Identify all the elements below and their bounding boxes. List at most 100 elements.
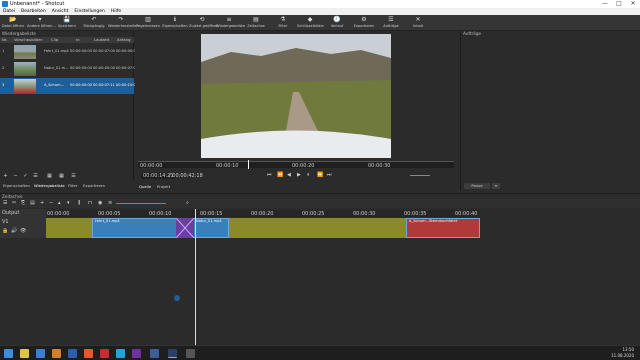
rewind-button[interactable]: ⏪ (277, 172, 283, 178)
timeline-playhead[interactable] (195, 209, 196, 345)
app-icon[interactable] (132, 349, 141, 358)
maximize-button[interactable]: □ (612, 0, 626, 8)
tab-projekt[interactable]: Projekt (157, 184, 170, 189)
view-details-button[interactable]: ☰ (70, 173, 77, 179)
menu-hilfe[interactable]: Hilfe (108, 8, 124, 15)
close-tool-button[interactable]: ✕ Inhalt (405, 16, 431, 31)
app-icon[interactable] (100, 349, 109, 358)
video-frame (201, 34, 391, 158)
playlist-panel: Wiedergabeliste Nr. Vorschaubilder Clip … (0, 31, 138, 180)
app-icon[interactable] (186, 349, 195, 358)
edge-icon[interactable] (36, 349, 45, 358)
filter-button[interactable]: ⚗ Filter (270, 16, 296, 31)
cut-icon[interactable]: ✂ (12, 200, 16, 206)
app-icon[interactable] (68, 349, 77, 358)
timeline-clip[interactable]: Fahrt_01.mp4 (92, 218, 178, 238)
timeline-menu-icon[interactable]: ☰ (3, 200, 7, 206)
playlist-menu-button[interactable]: ☰ (32, 173, 39, 179)
close-button[interactable]: ✕ (626, 0, 640, 8)
undo-icon: ↶ (91, 16, 97, 23)
zoom-fit-icon[interactable]: ⌕ (186, 200, 189, 206)
fast-forward-button[interactable]: ⏩ (317, 172, 323, 178)
menu-ansicht[interactable]: Ansicht (49, 8, 72, 15)
timeline-clip[interactable]: A_Schum...Sterndurchfahrt (406, 218, 480, 238)
open-file-button[interactable]: 📂 Datei öffnen (0, 16, 26, 31)
timeline-ruler[interactable]: 00:00:00 00:00:05 00:00:10 00:00:15 00:0… (46, 210, 480, 217)
playlist-header: Nr. Vorschaubilder Clip In Laufzeit Anfa… (0, 37, 134, 43)
clock-date: 11.08.2020 (611, 352, 634, 358)
add-clip-button[interactable]: + (2, 173, 9, 179)
tab-eigenschaften[interactable]: Eigenschaften (3, 183, 30, 188)
menu-einstellungen[interactable]: Einstellungen (71, 8, 108, 15)
ripple-icon[interactable]: ≋ (108, 200, 112, 206)
zoom-slider[interactable] (116, 203, 166, 204)
output-label: Output (2, 210, 20, 216)
app-icon[interactable] (150, 349, 159, 358)
transition-crossfade[interactable] (175, 217, 195, 239)
tab-quelle[interactable]: Quelle (139, 184, 151, 189)
previous-frame-button[interactable]: ◀ (287, 172, 291, 178)
keyframes-button[interactable]: ◆ Schlüsselbilder (297, 16, 324, 31)
export-icon: ⚙ (361, 16, 367, 23)
system-tray[interactable]: 13:50 11.08.2020 (611, 347, 634, 358)
playlist-button[interactable]: ≡ Wiedergabeliste (216, 16, 245, 31)
volume-slider[interactable] (410, 175, 430, 176)
firefox-icon[interactable] (84, 349, 93, 358)
tab-wiedergabeliste[interactable]: Wiedergabeliste (34, 183, 65, 188)
peak-meter-button[interactable]: ▥ Pegelmessen (135, 16, 161, 31)
update-clip-button[interactable]: ✓ (22, 173, 29, 179)
skip-end-button[interactable]: ⏭ (327, 172, 332, 178)
open-other-button[interactable]: ▾ Andere öffnen... (27, 16, 56, 31)
snap-icon[interactable]: ⊓ (88, 200, 92, 206)
history-button[interactable]: 🕘 Verlauf (324, 16, 350, 31)
eye-icon[interactable]: 👁 (20, 228, 26, 234)
explorer-icon[interactable] (20, 349, 29, 358)
view-icons-button[interactable]: ▦ (46, 173, 53, 179)
tab-filter[interactable]: Filter (68, 183, 77, 188)
properties-button[interactable]: ℹ Eigenschaften (162, 16, 188, 31)
scrub-icon[interactable]: ◉ (98, 200, 102, 206)
recent-button[interactable]: ⟲ Zuletzt geöffnet (189, 16, 218, 31)
menu-bearbeiten[interactable]: Bearbeiten (18, 8, 49, 15)
mute-icon[interactable]: 🔊 (11, 228, 17, 234)
timeline-clip[interactable]: Natur_01.mp4 (193, 218, 229, 238)
start-icon[interactable] (4, 349, 13, 358)
timeline-toolbar: ☰ ✂ ⎘ ▤ + − ▴ ▾ ⫼ ⊓ ◉ ≋ ⌕ (0, 199, 640, 208)
remove-icon[interactable]: − (49, 200, 53, 206)
viewer-scrubber[interactable]: 00:00:00 00:00:10 00:00:20 00:00:30 (138, 160, 454, 169)
playlist-row[interactable]: 1 Fahrt_01.mp4 00:00:00:00 00:00:07:00 0… (0, 44, 138, 60)
jobs-button[interactable]: ☰ Aufträge (378, 16, 404, 31)
lift-icon[interactable]: ▴ (58, 200, 61, 206)
undo-button[interactable]: ↶ Rückgängig (81, 16, 107, 31)
playlist-row[interactable]: 2 Natur_01.m... 00:00:00:00 00:00:05:00 … (0, 61, 138, 77)
skip-start-button[interactable]: ⏮ (267, 172, 272, 178)
save-button[interactable]: 💾 Speichern (54, 16, 80, 31)
copy-icon[interactable]: ⎘ (21, 200, 25, 206)
video-preview[interactable] (201, 34, 391, 158)
paste-icon[interactable]: ▤ (30, 200, 35, 206)
menu-datei[interactable]: Datei (0, 8, 18, 15)
timeline-button[interactable]: ▤ Zeitachse (243, 16, 269, 31)
play-button[interactable]: ▶ (297, 172, 301, 178)
view-tiles-button[interactable]: ▦ (58, 173, 65, 179)
shotcut-taskbar-icon[interactable] (168, 349, 177, 358)
pause-jobs-button[interactable]: Pause (464, 183, 490, 189)
playlist-row-selected[interactable]: 3 A_Schum... 00:00:00:00 00:00:07:11 00:… (0, 78, 138, 94)
tab-exportieren[interactable]: Exportieren (83, 183, 105, 188)
lock-icon[interactable]: 🔒 (2, 228, 8, 234)
duration-label: / 00:00:42:18 (169, 173, 203, 179)
app-icon[interactable] (52, 349, 61, 358)
redo-button[interactable]: ↷ Wiederherstellen (108, 16, 139, 31)
minimize-button[interactable]: — (598, 0, 612, 8)
title-bar: Unbenannt* - Shotcut — □ ✕ (0, 0, 640, 8)
app-icon[interactable] (116, 349, 125, 358)
windows-taskbar: 13:50 11.08.2020 (0, 345, 640, 360)
remove-clip-button[interactable]: − (12, 173, 19, 179)
export-button[interactable]: ⚙ Exportieren (351, 16, 377, 31)
split-icon[interactable]: ⫼ (78, 200, 80, 206)
overwrite-icon[interactable]: ▾ (67, 200, 70, 206)
jobs-menu-button[interactable]: ≡ (492, 183, 500, 189)
pause-button[interactable]: ⏸ (307, 172, 310, 178)
scrubber-playhead[interactable] (248, 160, 249, 169)
append-icon[interactable]: + (40, 200, 44, 206)
